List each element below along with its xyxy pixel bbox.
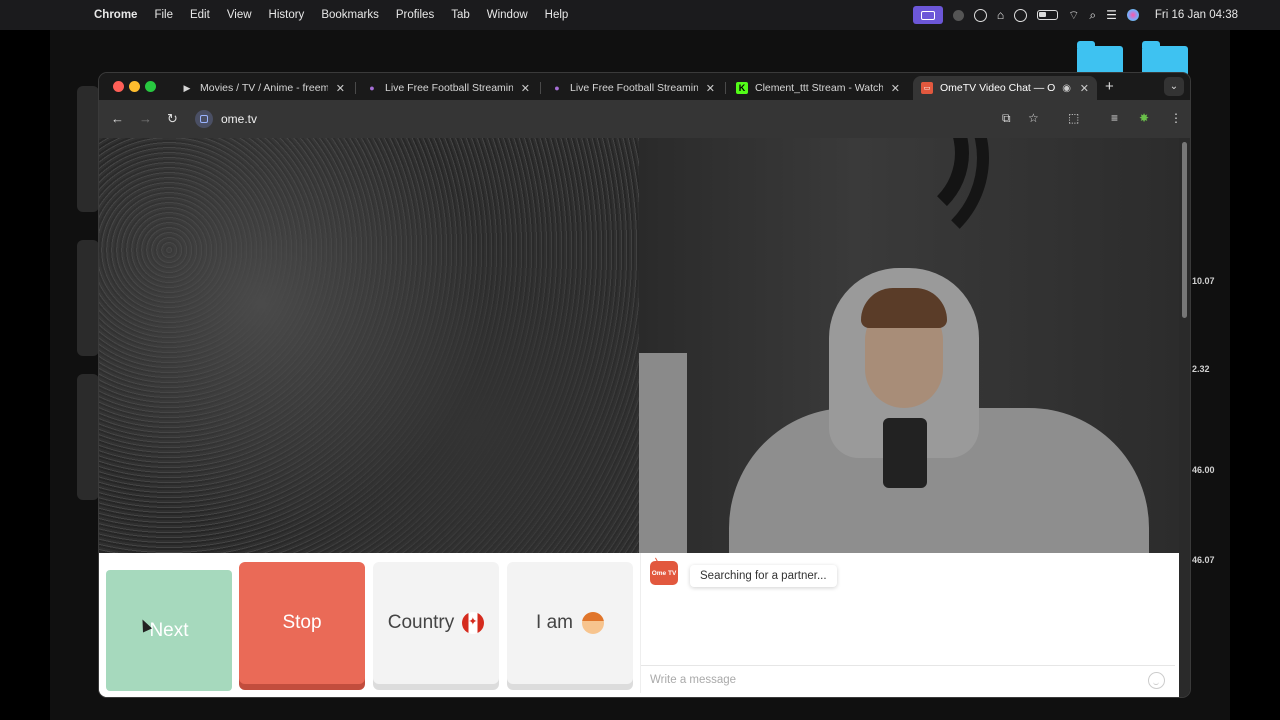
menu-items: Chrome File Edit View History Bookmarks … — [94, 9, 585, 21]
record-dot-icon[interactable] — [952, 9, 964, 21]
menu-app-chrome[interactable]: Chrome — [94, 9, 137, 21]
country-button[interactable]: Country — [373, 562, 499, 684]
extensions-icon[interactable]: ⬚ — [1068, 111, 1079, 125]
stop-button[interactable]: Stop — [239, 562, 365, 684]
forward-arrow-icon[interactable]: → — [139, 111, 152, 126]
desktop-widget — [77, 240, 99, 356]
desktop-widget — [77, 374, 99, 500]
close-tab-icon[interactable]: ✕ — [706, 82, 715, 95]
close-tab-icon[interactable]: ✕ — [336, 82, 345, 95]
next-button-label: Next — [149, 619, 189, 641]
play-icon: ▶ — [183, 82, 191, 93]
recording-indicator-icon: ◉ — [1062, 82, 1071, 94]
country-button-label: Country — [387, 612, 455, 633]
scrollbar-thumb[interactable] — [1182, 142, 1187, 318]
browser-tab[interactable]: ● Live Free Football Streaming ✕ — [358, 76, 538, 100]
menu-bookmarks[interactable]: Bookmarks — [321, 9, 379, 21]
screen-recording-icon[interactable] — [912, 6, 943, 24]
close-tab-icon[interactable]: ✕ — [1080, 82, 1089, 95]
tab-title: OmeTV Video Chat — Or — [940, 82, 1056, 94]
self-camera-video — [639, 138, 1181, 553]
menu-window[interactable]: Window — [487, 9, 528, 21]
gender-button[interactable]: I am — [507, 562, 633, 684]
url-text[interactable]: ome.tv — [221, 112, 257, 126]
stop-button-label: Stop — [282, 612, 322, 633]
play-status-icon[interactable] — [1014, 8, 1028, 22]
chat-controls: Next Stop Country I am — [99, 553, 639, 697]
menu-profiles[interactable]: Profiles — [396, 9, 434, 21]
airdrop-icon[interactable]: ⌂ — [997, 8, 1004, 22]
browser-tab[interactable]: ● Live Free Football Streaming ✕ — [543, 76, 723, 100]
gender-button-label: I am — [536, 612, 573, 633]
status-circle-icon[interactable] — [973, 8, 987, 22]
battery-icon[interactable] — [1037, 10, 1059, 20]
message-input[interactable]: Write a message — [641, 665, 1175, 693]
page-scrollbar[interactable] — [1179, 138, 1190, 697]
install-app-icon[interactable]: ⧉ — [1002, 111, 1011, 126]
media-controls-icon[interactable]: ≡ — [1111, 111, 1118, 125]
status-message: Searching for a partner... — [690, 565, 837, 587]
message-placeholder: Write a message — [650, 673, 737, 686]
boy-avatar-icon — [581, 612, 604, 634]
kick-icon: K — [736, 82, 748, 94]
menu-edit[interactable]: Edit — [190, 9, 210, 21]
menu-history[interactable]: History — [269, 9, 305, 21]
new-tab-button[interactable]: + — [1105, 78, 1114, 95]
tab-strip: ▶ Movies / TV / Anime - freeme ✕ ● Live … — [99, 73, 1190, 100]
menu-tab[interactable]: Tab — [451, 9, 470, 21]
chrome-window: ▶ Movies / TV / Anime - freeme ✕ ● Live … — [98, 72, 1191, 698]
tab-title: Clement_ttt Stream - Watch — [755, 82, 883, 94]
tab-search-chevron-icon[interactable]: ⌄ — [1164, 77, 1184, 96]
menu-help[interactable]: Help — [545, 9, 569, 21]
close-tab-icon[interactable]: ✕ — [891, 82, 900, 95]
ometv-logo: Ome TV — [650, 561, 678, 585]
partner-video-static — [99, 138, 639, 553]
fullscreen-window-button[interactable] — [145, 81, 156, 92]
macos-menubar: Chrome File Edit View History Bookmarks … — [0, 0, 1280, 30]
address-bar[interactable]: ome.tv — [195, 107, 1055, 131]
menu-view[interactable]: View — [227, 9, 252, 21]
menu-file[interactable]: File — [154, 9, 173, 21]
browser-tab-active[interactable]: ▭ OmeTV Video Chat — Or ◉ ✕ — [913, 76, 1097, 100]
window-controls — [113, 81, 161, 92]
profile-avatar-icon[interactable]: ✸ — [1139, 111, 1149, 125]
desktop-widget — [77, 86, 99, 212]
wifi-icon[interactable]: ⌔ — [1068, 8, 1079, 23]
canada-flag-icon — [462, 612, 485, 634]
football-icon: ● — [369, 83, 375, 93]
reload-icon[interactable]: ↻ — [167, 111, 178, 127]
close-window-button[interactable] — [113, 81, 124, 92]
close-tab-icon[interactable]: ✕ — [521, 82, 530, 95]
spotlight-search-icon[interactable]: ⌕ — [1089, 8, 1096, 23]
minimize-window-button[interactable] — [129, 81, 140, 92]
desktop-value: 46.07 — [1192, 555, 1215, 565]
football-icon: ● — [554, 83, 560, 93]
tab-title: Live Free Football Streaming — [385, 82, 513, 94]
desktop-value: 10.07 — [1192, 276, 1215, 286]
bookmark-star-icon[interactable]: ☆ — [1028, 111, 1039, 125]
page-content: Next Stop Country I am Ome TV Searching … — [99, 138, 1181, 697]
control-center-icon[interactable]: ☰ — [1106, 8, 1117, 22]
menubar-clock[interactable]: Fri 16 Jan 04:38 — [1155, 9, 1238, 21]
desktop-value: 46.00 — [1192, 465, 1215, 475]
siri-icon[interactable] — [1126, 9, 1139, 21]
site-info-icon[interactable] — [195, 110, 213, 128]
back-arrow-icon[interactable]: ← — [111, 111, 124, 126]
browser-toolbar: ← → ↻ ome.tv ⧉ ☆ ⬚ ≡ ✸ ⋮ — [99, 100, 1190, 138]
chat-panel: Ome TV Searching for a partner... Write … — [640, 553, 1175, 693]
menubar-status: ⌂ ⌔ ⌕ ☰ Fri 16 Jan 04:38 — [912, 0, 1280, 30]
ometv-icon: ▭ — [921, 82, 933, 94]
browser-tab[interactable]: ▶ Movies / TV / Anime - freeme ✕ — [173, 76, 353, 100]
chrome-menu-icon[interactable]: ⋮ — [1170, 111, 1182, 125]
desktop-value: 2.32 — [1192, 364, 1210, 374]
tab-title: Movies / TV / Anime - freeme — [200, 82, 328, 94]
next-button[interactable]: Next — [106, 570, 232, 691]
tab-title: Live Free Football Streaming — [570, 82, 698, 94]
browser-tab[interactable]: K Clement_ttt Stream - Watch ✕ — [728, 76, 908, 100]
emoji-icon[interactable] — [1148, 672, 1165, 689]
